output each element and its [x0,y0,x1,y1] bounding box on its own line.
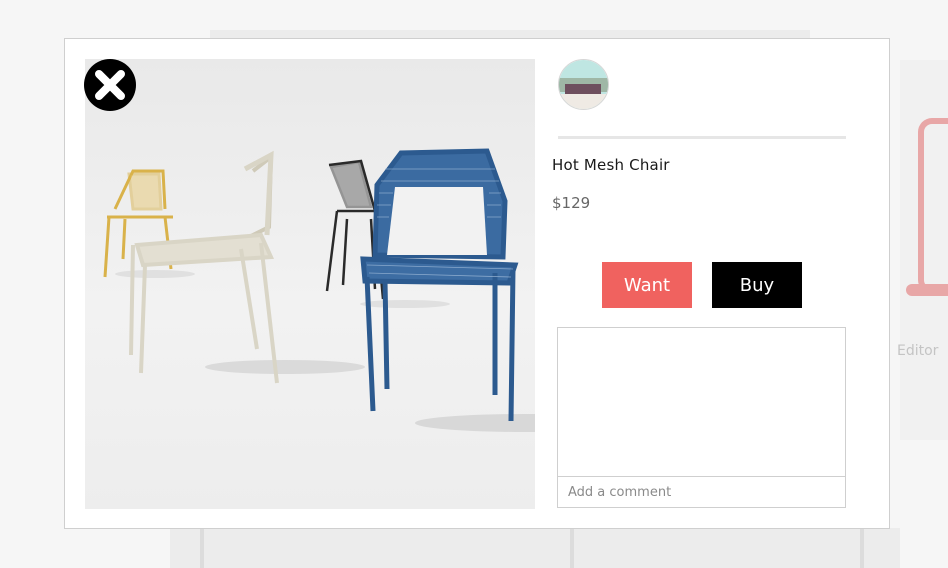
buy-button[interactable]: Buy [712,262,802,308]
background-chair-base [906,284,948,296]
product-photo [85,59,535,509]
close-icon[interactable] [84,59,136,111]
divider [558,136,846,139]
comment-input[interactable] [557,476,846,508]
background-bottom [170,528,900,568]
comments-list [557,327,846,477]
want-button[interactable]: Want [602,262,692,308]
background-chair-image [918,118,948,294]
product-modal: Hot Mesh Chair $129 Want Buy [64,38,890,529]
background-editor-label: Editor [897,343,939,359]
avatar[interactable] [558,59,609,110]
product-title: Hot Mesh Chair [552,156,670,174]
product-price: $129 [552,194,591,212]
